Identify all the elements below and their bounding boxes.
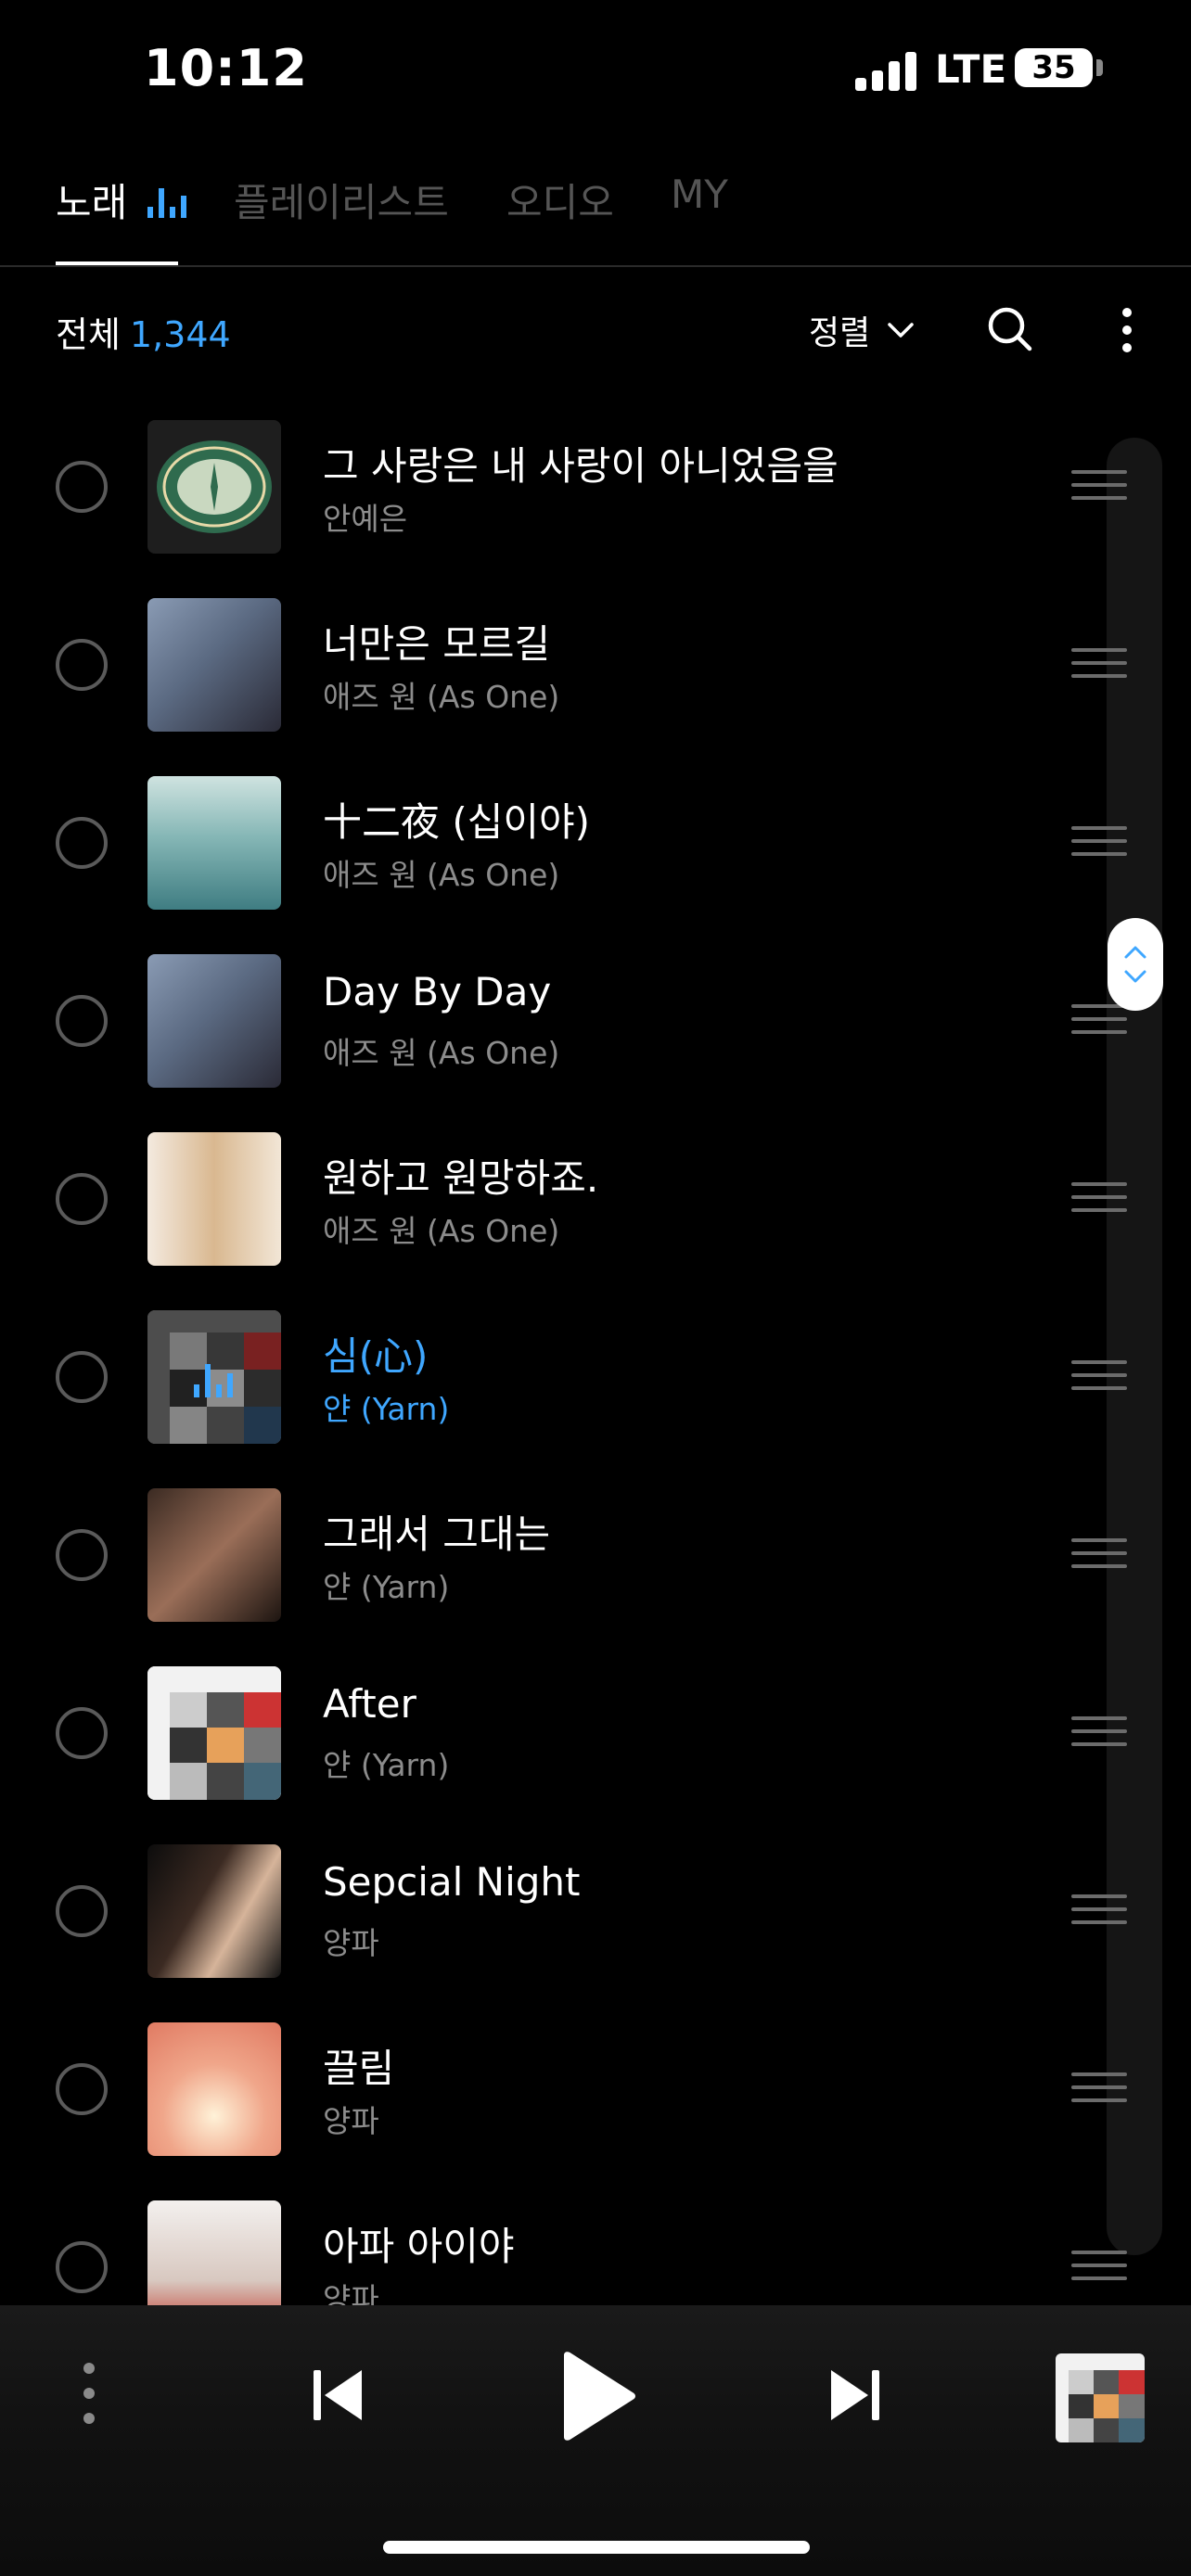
- list-item[interactable]: 그 사랑은 내 사랑이 아니었음을 안예은: [0, 398, 1191, 576]
- song-title: 아파 아이야: [323, 2224, 515, 2269]
- drag-handle-icon[interactable]: [1071, 1360, 1127, 1399]
- song-artist: 애즈 원 (As One): [323, 679, 560, 715]
- tab-divider: [0, 265, 1191, 267]
- mini-player: [0, 2305, 1191, 2576]
- drag-handle-icon[interactable]: [1071, 826, 1127, 865]
- song-artist: 얀 (Yarn): [323, 1569, 450, 1605]
- chevron-down-icon: [1124, 970, 1146, 983]
- select-checkbox[interactable]: [56, 639, 108, 691]
- drag-handle-icon[interactable]: [1071, 1716, 1127, 1755]
- battery-level: 35: [1031, 49, 1076, 86]
- song-artist: 애즈 원 (As One): [323, 1213, 560, 1249]
- album-art: [147, 1666, 281, 1800]
- select-checkbox[interactable]: [56, 995, 108, 1047]
- tab-songs[interactable]: 노래: [56, 172, 188, 228]
- album-art: [147, 1488, 281, 1622]
- select-checkbox[interactable]: [56, 817, 108, 869]
- count-label: 전체: [56, 314, 121, 355]
- battery-tip: [1096, 59, 1103, 76]
- tab-songs-label: 노래: [56, 180, 128, 225]
- song-artist: 애즈 원 (As One): [323, 857, 560, 893]
- album-art: [147, 954, 281, 1088]
- album-art: [147, 1310, 281, 1444]
- drag-handle-icon[interactable]: [1071, 1894, 1127, 1933]
- select-checkbox[interactable]: [56, 1707, 108, 1759]
- song-count: 전체 1,344: [56, 306, 231, 357]
- chevron-down-icon: [888, 323, 914, 338]
- home-indicator: [383, 2541, 810, 2554]
- list-item[interactable]: Sepcial Night 양파: [0, 1822, 1191, 2000]
- list-item-now-playing[interactable]: 심(心) 얀 (Yarn): [0, 1288, 1191, 1466]
- drag-handle-icon[interactable]: [1071, 1182, 1127, 1221]
- song-title: 원하고 원망하죠.: [323, 1155, 599, 1201]
- drag-handle-icon[interactable]: [1071, 2072, 1127, 2111]
- drag-handle-icon[interactable]: [1071, 1538, 1127, 1577]
- album-art: [147, 1844, 281, 1978]
- network-type: LTE: [935, 46, 1007, 92]
- player-menu-icon[interactable]: [80, 2361, 98, 2426]
- tab-audio[interactable]: 오디오: [506, 172, 614, 228]
- status-time: 10:12: [144, 39, 308, 97]
- song-title: 그 사랑은 내 사랑이 아니었음을: [323, 443, 839, 489]
- select-checkbox[interactable]: [56, 461, 108, 513]
- song-title: 끌림: [323, 2046, 395, 2091]
- song-title: Sepcial Night: [323, 1859, 581, 1905]
- song-title: 너만은 모르길: [323, 621, 551, 667]
- now-playing-album-art[interactable]: [1056, 2353, 1145, 2442]
- list-item[interactable]: Day By Day 애즈 원 (As One): [0, 932, 1191, 1110]
- list-item[interactable]: 원하고 원망하죠. 애즈 원 (As One): [0, 1110, 1191, 1288]
- drag-handle-icon[interactable]: [1071, 2251, 1127, 2289]
- sort-button[interactable]: 정렬: [809, 306, 915, 354]
- drag-handle-icon[interactable]: [1071, 1004, 1127, 1043]
- list-item[interactable]: 十二夜 (십이야) 애즈 원 (As One): [0, 754, 1191, 932]
- sort-label: 정렬: [809, 314, 871, 352]
- drag-handle-icon[interactable]: [1071, 470, 1127, 509]
- album-art: [147, 1132, 281, 1266]
- song-artist: 얀 (Yarn): [323, 1391, 450, 1427]
- drag-handle-icon[interactable]: [1071, 648, 1127, 687]
- select-checkbox[interactable]: [56, 1173, 108, 1225]
- song-artist: 애즈 원 (As One): [323, 1035, 560, 1071]
- select-checkbox[interactable]: [56, 2063, 108, 2115]
- list-item[interactable]: 그래서 그대는 얀 (Yarn): [0, 1466, 1191, 1644]
- count-value: 1,344: [129, 314, 231, 355]
- play-icon[interactable]: [558, 2352, 636, 2441]
- song-title: Day By Day: [323, 969, 552, 1014]
- battery-icon: 35: [1015, 48, 1093, 87]
- song-title: 十二夜 (십이야): [323, 799, 591, 845]
- song-title: 심(心): [323, 1333, 429, 1379]
- album-art: [147, 776, 281, 910]
- song-artist: 양파: [323, 1925, 379, 1961]
- equalizer-icon: [147, 188, 186, 218]
- select-checkbox[interactable]: [56, 1351, 108, 1403]
- song-title: After: [323, 1681, 416, 1727]
- song-artist: 양파: [323, 2103, 379, 2139]
- tab-my[interactable]: MY: [671, 172, 728, 217]
- list-item[interactable]: 끌림 양파: [0, 2000, 1191, 2178]
- song-artist: 얀 (Yarn): [323, 1747, 450, 1783]
- previous-track-icon[interactable]: [312, 2368, 364, 2422]
- song-title: 그래서 그대는: [323, 1511, 551, 1557]
- select-checkbox[interactable]: [56, 1885, 108, 1937]
- select-checkbox[interactable]: [56, 2241, 108, 2293]
- chevron-up-icon: [1124, 946, 1146, 959]
- album-art: [147, 420, 281, 554]
- search-icon[interactable]: [987, 306, 1033, 352]
- select-checkbox[interactable]: [56, 1529, 108, 1581]
- list-item[interactable]: 너만은 모르길 애즈 원 (As One): [0, 576, 1191, 754]
- album-art: [147, 2022, 281, 2156]
- more-options-icon[interactable]: [1116, 306, 1138, 354]
- next-track-icon[interactable]: [829, 2368, 881, 2422]
- list-item[interactable]: After 얀 (Yarn): [0, 1644, 1191, 1822]
- cellular-signal-icon: [855, 48, 920, 91]
- tab-playlists[interactable]: 플레이리스트: [234, 172, 449, 228]
- scroll-thumb[interactable]: [1108, 918, 1163, 1011]
- album-art: [147, 598, 281, 732]
- song-artist: 안예은: [323, 501, 408, 537]
